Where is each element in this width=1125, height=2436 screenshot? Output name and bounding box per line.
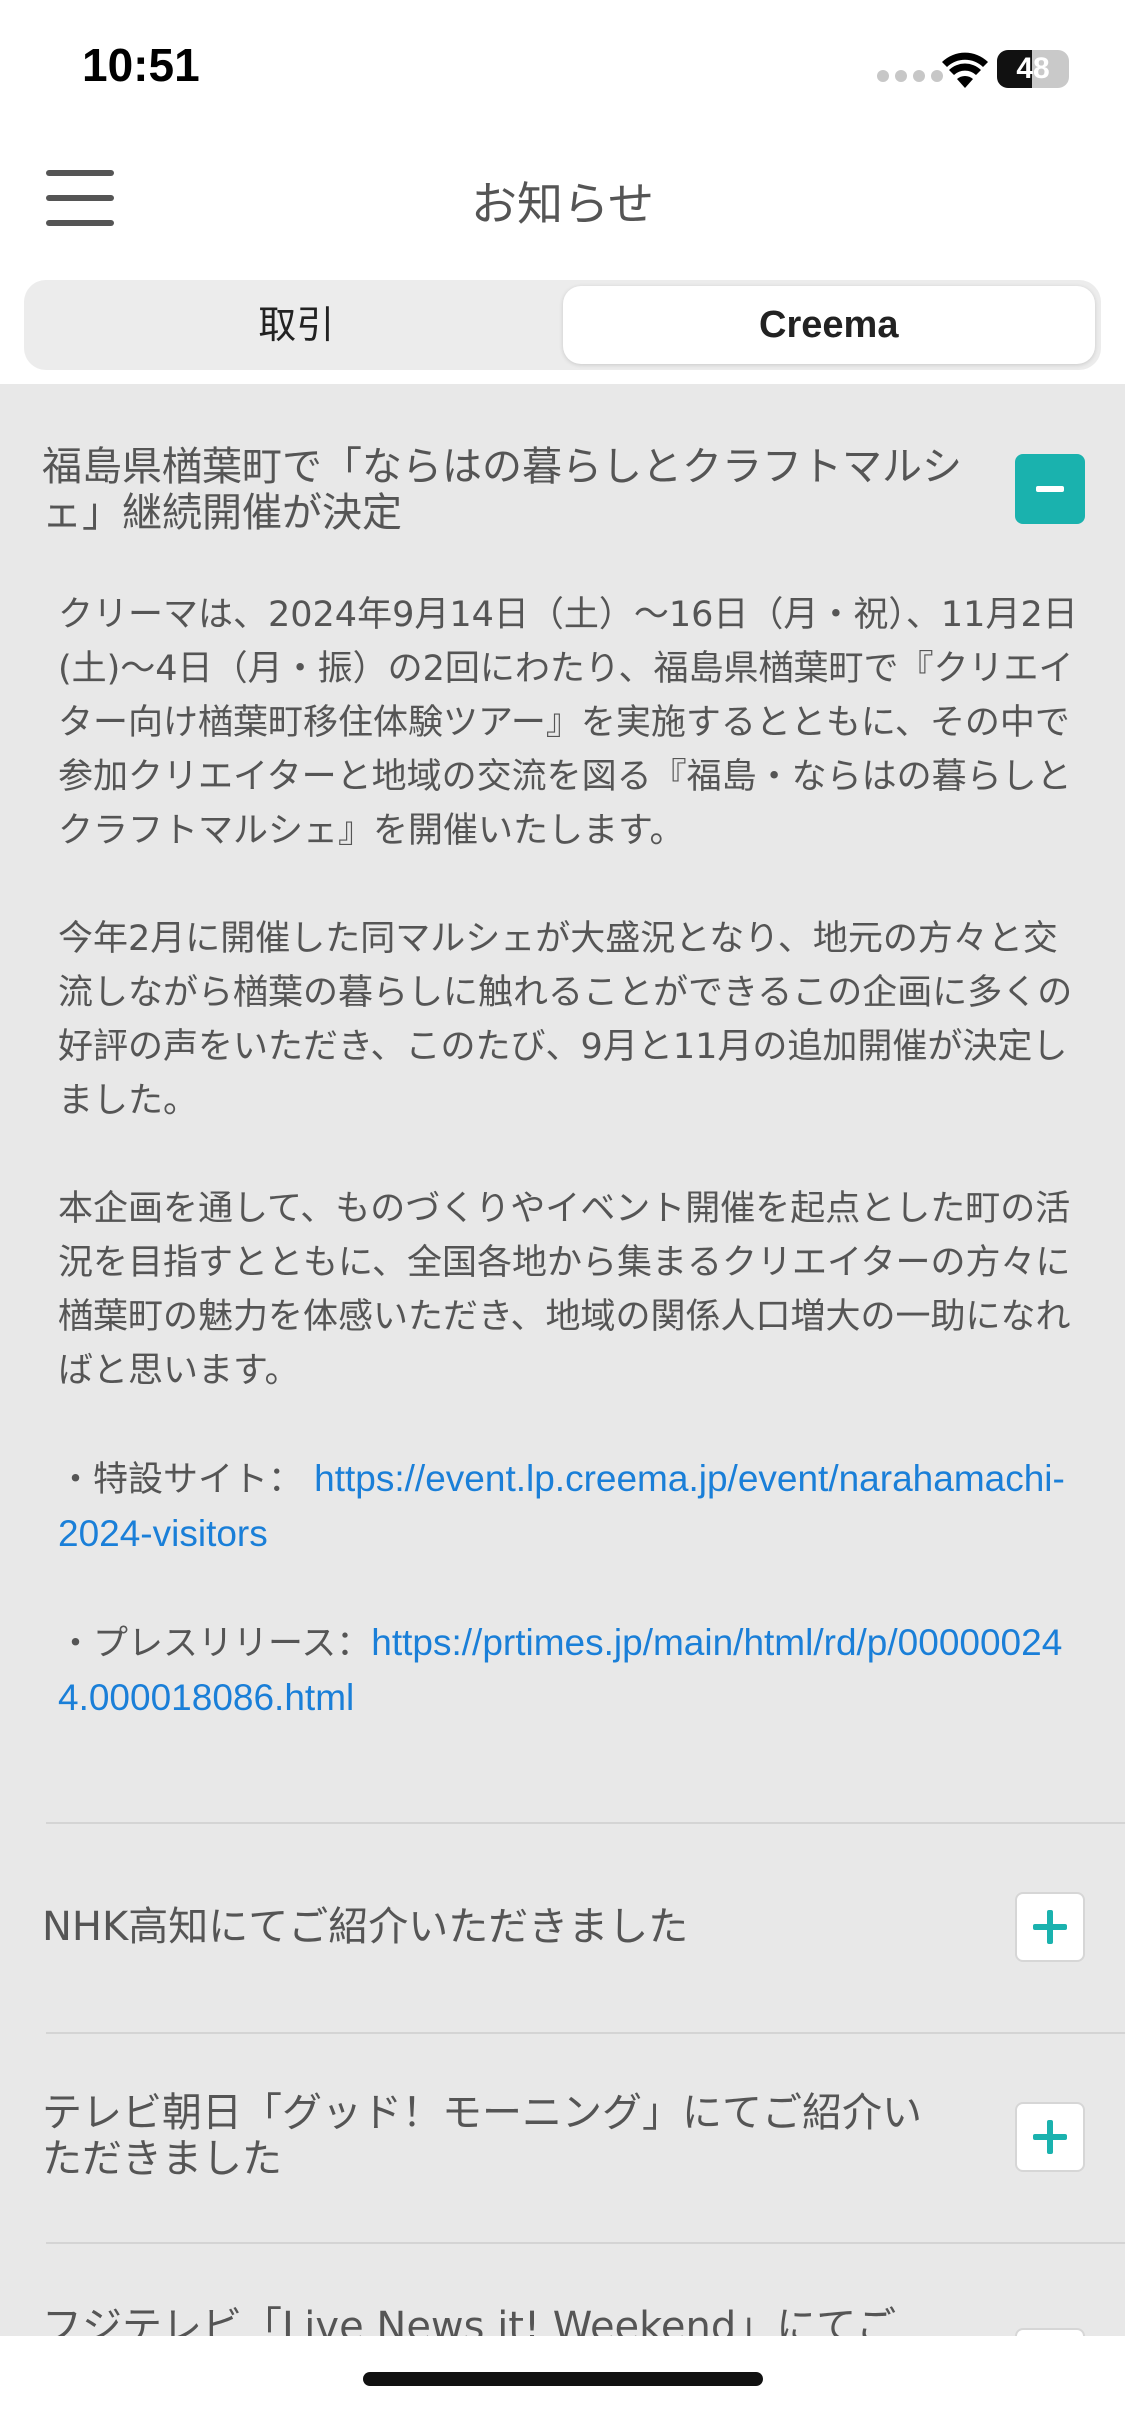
news-item-collapsed[interactable]: フジテレビ「Live News it! Weekend」にてご: [0, 2244, 1125, 2336]
special-site-line: ・特設サイト： https://event.lp.creema.jp/event…: [58, 1452, 1085, 1562]
news-item-title: テレビ朝日「グッド！モーニング」にてご紹介いただきました: [42, 2090, 922, 2182]
wifi-icon: [942, 52, 988, 88]
status-icons: 48: [877, 50, 1077, 90]
status-bar: 10:51 48: [0, 0, 1125, 130]
expand-button[interactable]: [1015, 2102, 1085, 2172]
body-paragraph: クリーマは、2024年9月14日（土）〜16日（月・祝）、11月2日(土)〜4日…: [58, 595, 1078, 851]
press-release-line: ・プレスリリース：https://prtimes.jp/main/html/rd…: [58, 1616, 1085, 1726]
tab-torihiki[interactable]: 取引: [30, 286, 563, 364]
press-release-label: ・プレスリリース：: [58, 1624, 372, 1664]
news-item-expanded: 福島県楢葉町で「ならはの暮らしとクラフトマルシェ」継続開催が決定 クリーマは、2…: [0, 384, 1125, 1726]
plus-icon: [1033, 2120, 1067, 2154]
news-item-collapsed[interactable]: テレビ朝日「グッド！モーニング」にてご紹介いただきました: [0, 2034, 1125, 2242]
home-indicator[interactable]: [363, 2372, 763, 2386]
cellular-signal-icon: [877, 70, 943, 82]
battery-level: 48: [1016, 52, 1050, 85]
expand-button[interactable]: [1015, 1892, 1085, 1962]
body-paragraph: 今年2月に開催した同マルシェが大盛況となり、地元の方々と交流しながら楢葉の暮らし…: [58, 919, 1073, 1121]
news-item-collapsed[interactable]: NHK高知にてご紹介いただきました: [0, 1824, 1125, 2032]
news-item-header[interactable]: 福島県楢葉町で「ならはの暮らしとクラフトマルシェ」継続開催が決定: [0, 384, 1125, 536]
news-item-title: NHK高知にてご紹介いただきました: [42, 1904, 689, 1950]
home-indicator-area: [0, 2336, 1125, 2436]
page-title: お知らせ: [470, 177, 655, 231]
body-paragraph: 本企画を通して、ものづくりやイベント開催を起点とした町の活況を目指すとともに、全…: [58, 1189, 1071, 1391]
segmented-tabs: 取引 Creema: [24, 280, 1101, 370]
special-site-label: ・特設サイト：: [58, 1460, 304, 1500]
news-item-title: 福島県楢葉町で「ならはの暮らしとクラフトマルシェ」継続開催が決定: [42, 444, 962, 536]
tab-creema[interactable]: Creema: [562, 286, 1095, 364]
minus-icon: [1036, 486, 1064, 492]
news-list: 福島県楢葉町で「ならはの暮らしとクラフトマルシェ」継続開催が決定 クリーマは、2…: [0, 384, 1125, 2336]
news-item-body: クリーマは、2024年9月14日（土）〜16日（月・祝）、11月2日(土)〜4日…: [0, 536, 1125, 1726]
navigation-bar: お知らせ: [0, 130, 1125, 270]
expand-button[interactable]: [1015, 2328, 1085, 2336]
status-time: 10:51: [82, 39, 200, 91]
collapse-button[interactable]: [1015, 454, 1085, 524]
battery-icon: 48: [997, 50, 1069, 88]
news-item-title: フジテレビ「Live News it! Weekend」にてご: [42, 2304, 897, 2336]
plus-icon: [1033, 1910, 1067, 1944]
